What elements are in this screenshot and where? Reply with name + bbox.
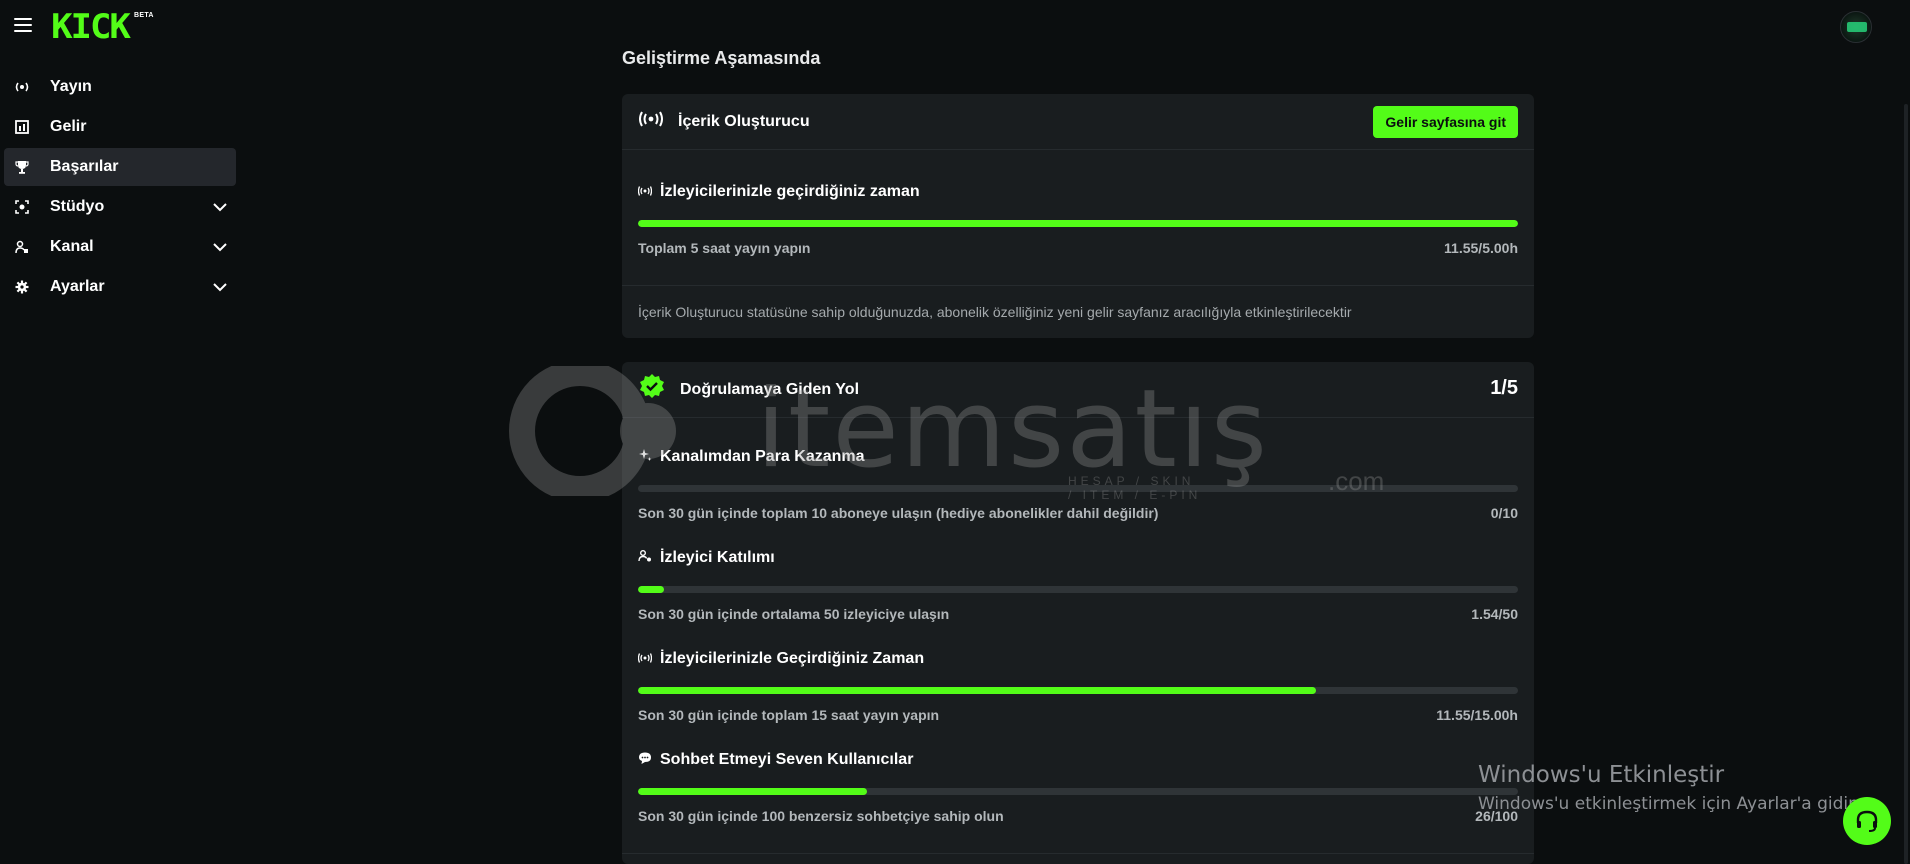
windows-activation-notice: Windows'u Etkinleştir Windows'u etkinleş… xyxy=(1478,762,1864,814)
viewers-icon xyxy=(638,549,652,568)
creator-note: İçerik Oluşturucu statüsüne sahip olduğu… xyxy=(638,304,1352,320)
progress-bar xyxy=(638,485,1518,492)
top-bar: KICK BETA xyxy=(0,0,1910,52)
broadcast-icon xyxy=(12,77,32,97)
sidebar-item-yayin[interactable]: Yayın xyxy=(4,68,236,106)
sidebar-item-label: Ayarlar xyxy=(50,278,105,295)
task-progress-value: 11.55/15.00h xyxy=(1436,707,1518,723)
progress-bar xyxy=(638,687,1518,694)
menu-icon[interactable] xyxy=(14,18,32,32)
broadcast-icon xyxy=(637,183,653,201)
sidebar-item-label: Stüdyo xyxy=(50,198,105,215)
task-title: İzleyicilerinizle Geçirdiğiniz Zaman xyxy=(660,650,925,667)
verification-card: Doğrulamaya Giden Yol 1/5 Kanalımdan Par… xyxy=(622,362,1534,864)
task-title: İzleyici Katılımı xyxy=(660,549,775,566)
task-item: İzleyicilerinizle geçirdiğiniz zaman Top… xyxy=(637,182,1518,256)
beta-badge: BETA xyxy=(134,12,154,19)
task-item: Sohbet Etmeyi Seven Kullanıcılar Son 30 … xyxy=(638,750,1518,824)
progress-counter: 1/5 xyxy=(1490,377,1518,399)
chevron-down-icon[interactable] xyxy=(212,279,228,295)
sidebar-item-label: Yayın xyxy=(50,78,92,95)
progress-bar xyxy=(638,788,1518,795)
task-item: İzleyicilerinizle Geçirdiğiniz Zaman Son… xyxy=(637,649,1518,723)
task-description: Son 30 gün içinde toplam 10 aboneye ulaş… xyxy=(638,505,1159,521)
task-title: Sohbet Etmeyi Seven Kullanıcılar xyxy=(660,751,914,768)
studio-icon xyxy=(12,197,32,217)
task-progress-value: 11.55/5.00h xyxy=(1444,240,1518,256)
task-progress-value: 0/10 xyxy=(1490,505,1518,521)
task-progress-value: 1.54/50 xyxy=(1471,606,1518,622)
sidebar-item-ayarlar[interactable]: Ayarlar xyxy=(4,268,236,306)
sidebar-item-studyo[interactable]: Stüdyo xyxy=(4,188,236,226)
task-item: Kanalımdan Para Kazanma Son 30 gün içind… xyxy=(638,447,1518,521)
card-header: Doğrulamaya Giden Yol 1/5 xyxy=(622,362,1534,418)
card-header: İçerik Oluşturucu Gelir sayfasına git xyxy=(622,94,1534,150)
task-title: Kanalımdan Para Kazanma xyxy=(660,448,865,465)
progress-bar xyxy=(638,586,1518,593)
sidebar-item-kanal[interactable]: Kanal xyxy=(4,228,236,266)
card-title: Doğrulamaya Giden Yol xyxy=(680,380,860,398)
kick-logo[interactable]: KICK xyxy=(51,10,131,44)
sidebar-item-label: Gelir xyxy=(50,118,87,135)
sidebar-item-label: Kanal xyxy=(50,238,94,255)
task-item: İzleyici Katılımı Son 30 gün içinde orta… xyxy=(638,548,1518,622)
trophy-icon xyxy=(12,157,32,177)
broadcast-icon xyxy=(637,650,653,668)
sidebar-item-label: Başarılar xyxy=(50,158,119,175)
sidebar: Yayın Gelir Başarılar Stüdyo Kanal Ayarl… xyxy=(0,68,240,308)
chevron-down-icon[interactable] xyxy=(212,199,228,215)
sparkle-icon xyxy=(638,448,652,467)
divider xyxy=(622,853,1534,854)
sidebar-item-gelir[interactable]: Gelir xyxy=(4,108,236,146)
revenue-icon xyxy=(12,117,32,137)
headset-icon xyxy=(1856,810,1878,832)
channel-icon xyxy=(12,237,32,257)
scrollbar[interactable] xyxy=(1904,104,1908,864)
sidebar-item-basarilar[interactable]: Başarılar xyxy=(4,148,236,186)
progress-bar xyxy=(638,220,1518,227)
chat-icon xyxy=(638,751,652,770)
verified-badge-icon xyxy=(638,373,666,406)
broadcast-icon xyxy=(638,111,664,132)
avatar[interactable] xyxy=(1840,11,1872,43)
task-description: Son 30 gün içinde toplam 15 saat yayın y… xyxy=(638,707,940,723)
task-description: Son 30 gün içinde 100 benzersiz sohbetçi… xyxy=(638,808,1004,824)
task-title: İzleyicilerinizle geçirdiğiniz zaman xyxy=(660,183,920,200)
task-description: Toplam 5 saat yayın yapın xyxy=(638,240,811,256)
support-chat-button[interactable] xyxy=(1843,797,1891,845)
divider xyxy=(622,285,1534,286)
task-description: Son 30 gün içinde ortalama 50 izleyiciye… xyxy=(638,606,950,622)
windows-activation-subtitle: Windows'u etkinleştirmek için Ayarlar'a … xyxy=(1478,794,1865,814)
card-title: İçerik Oluşturucu xyxy=(678,112,810,130)
go-to-revenue-button[interactable]: Gelir sayfasına git xyxy=(1373,106,1518,138)
gear-icon xyxy=(12,277,32,297)
windows-activation-title: Windows'u Etkinleştir xyxy=(1478,762,1725,788)
section-heading: Geliştirme Aşamasında xyxy=(622,48,821,68)
chevron-down-icon[interactable] xyxy=(212,239,228,255)
creator-card: İçerik Oluşturucu Gelir sayfasına git İz… xyxy=(622,94,1534,338)
